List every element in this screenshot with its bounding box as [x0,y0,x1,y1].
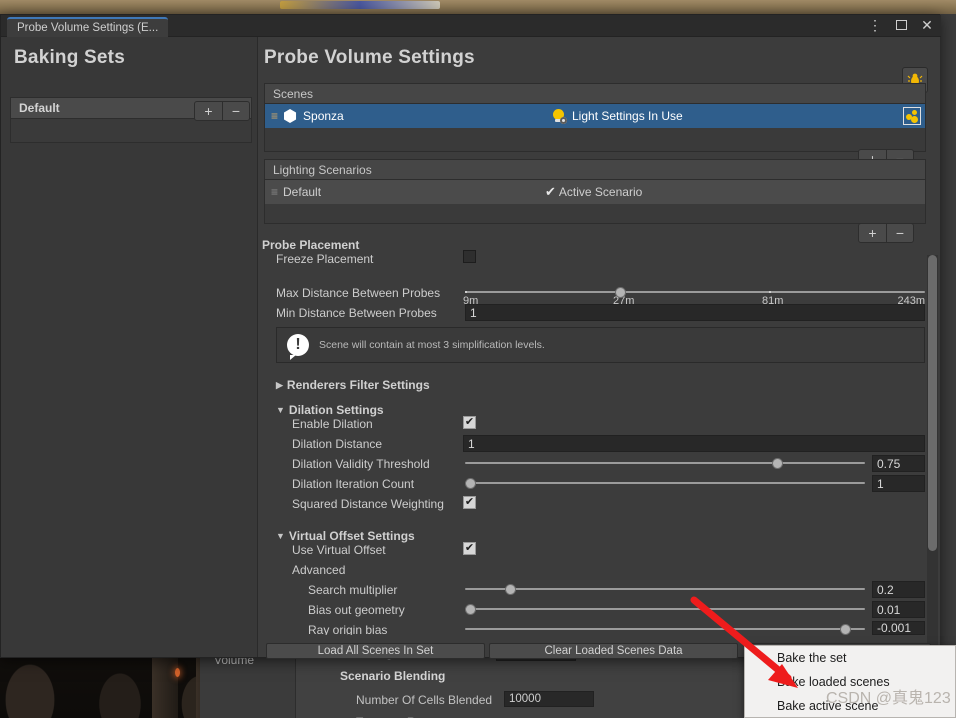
scene-pillar [152,648,178,718]
active-check-icon: ✔ [545,184,556,199]
clear-loaded-scenes-button[interactable]: Clear Loaded Scenes Data [489,643,738,659]
add-scenario-button[interactable]: + [859,224,886,242]
bias-out-geometry-slider[interactable] [465,602,865,616]
simplification-help-box: ! Scene will contain at most 3 simplific… [276,327,925,363]
load-all-scenes-button[interactable]: Load All Scenes In Set [266,643,485,659]
chevron-down-icon: ▼ [276,531,285,541]
search-multiplier-value[interactable]: 0.2 [872,581,925,598]
cells-blended-label: Number Of Cells Blended [356,693,493,707]
scenario-blending-header: Scenario Blending [340,669,446,683]
advanced-label: Advanced [292,563,346,577]
max-distance-label: Max Distance Between Probes [276,286,441,300]
menu-item-bake-the-set[interactable]: Bake the set [745,646,955,670]
bias-out-geometry-value[interactable]: 0.01 [872,601,925,618]
unity-cube-icon [283,109,297,123]
search-multiplier-label: Search multiplier [308,583,398,597]
probe-volume-settings-panel: Probe Volume Settings Scenes ≡ Sponza Li… [258,37,940,659]
ray-origin-bias-label: Ray origin bias [308,623,388,635]
light-settings-icon [552,108,567,124]
dilation-settings-label: Dilation Settings [288,403,384,417]
chevron-right-icon: ▶ [276,379,283,390]
settings-scrollbar[interactable]: ▼ [927,255,938,659]
dilation-validity-threshold-label: Dilation Validity Threshold [292,457,430,471]
warning-icon: ! [287,334,309,360]
scenario-row-default[interactable]: ≡ Default ✔ Active Scenario [265,180,925,204]
min-distance-input[interactable]: 1 [465,304,925,321]
add-baking-set-button[interactable]: + [195,102,222,120]
scene-spark [175,668,180,677]
window-titlebar: Probe Volume Settings (E... ⋮ ✕ [1,15,941,37]
lighting-scenarios-list: ≡ Default ✔ Active Scenario [264,180,926,224]
chevron-down-icon: ▼ [276,405,285,415]
scenes-header: Scenes [264,83,926,104]
remove-baking-set-button[interactable]: − [222,102,249,120]
help-text: Scene will contain at most 3 simplificat… [319,339,545,351]
renderers-filter-settings-label: Renderers Filter Settings [286,378,430,392]
dilation-validity-threshold-value[interactable]: 0.75 [872,455,925,472]
lighting-scenarios-header: Lighting Scenarios [264,159,926,180]
remove-scenario-button[interactable]: − [886,224,913,242]
probe-placement-title: Probe Placement [262,238,360,252]
dilation-iteration-count-slider[interactable] [465,476,865,490]
freeze-placement-label: Freeze Placement [276,252,374,266]
scenes-list: ≡ Sponza Light Settings In Use [264,104,926,152]
baking-sets-list-body [10,119,252,143]
scene-name: Sponza [303,109,344,123]
window-controls: ⋮ ✕ [867,17,935,33]
max-distance-slider[interactable] [465,285,925,299]
maximize-icon[interactable] [893,17,909,33]
dilation-distance-input[interactable]: 1 [463,435,925,452]
probe-volume-settings-window: Probe Volume Settings (E... ⋮ ✕ Baking S… [0,14,941,659]
probe-volume-icon[interactable] [903,107,921,125]
close-icon[interactable]: ✕ [919,17,935,33]
enable-dilation-checkbox[interactable]: ✔ [463,416,476,429]
baking-sets-title: Baking Sets [14,47,125,68]
dilation-validity-threshold-slider[interactable] [465,456,865,470]
freeze-placement-checkbox[interactable] [463,250,476,263]
kebab-menu-icon[interactable]: ⋮ [867,17,883,33]
menu-item-bake-active-scene[interactable]: Bake active scene [745,694,955,718]
virtual-offset-settings-label: Virtual Offset Settings [288,529,415,543]
enable-dilation-label: Enable Dilation [292,417,373,431]
virtual-offset-settings-foldout[interactable]: ▼ Virtual Offset Settings [276,529,415,543]
use-virtual-offset-label: Use Virtual Offset [292,543,386,557]
drag-handle-icon[interactable]: ≡ [271,109,278,123]
scene-status: Light Settings In Use [572,109,683,123]
bias-out-geometry-label: Bias out geometry [308,603,405,617]
baking-sets-panel: Baking Sets Default + − [2,37,258,657]
squared-distance-weighting-label: Squared Distance Weighting [292,497,444,511]
ray-origin-bias-value[interactable]: -0.001 [872,621,925,635]
screen-root: ion Volu Volu onal Volu ion Volume Culli… [0,0,956,718]
scrollbar-thumb[interactable] [928,255,937,551]
use-virtual-offset-checkbox[interactable]: ✔ [463,542,476,555]
menu-item-bake-loaded-scenes[interactable]: Bake loaded scenes [745,670,955,694]
dilation-distance-label: Dilation Distance [292,437,383,451]
cells-blended-value[interactable]: 10000 [504,691,594,707]
min-distance-label: Min Distance Between Probes [276,306,437,320]
drag-handle-icon[interactable]: ≡ [271,185,278,199]
scene-row-sponza[interactable]: ≡ Sponza Light Settings In Use [265,104,925,128]
window-tab[interactable]: Probe Volume Settings (E... [7,17,169,37]
dilation-settings-foldout[interactable]: ▼ Dilation Settings [276,403,384,417]
baking-sets-addremove: + − [194,101,250,121]
dilation-iteration-count-value[interactable]: 1 [872,475,925,492]
dilation-iteration-count-label: Dilation Iteration Count [292,477,415,491]
page-title: Probe Volume Settings [264,47,475,68]
squared-distance-weighting-checkbox[interactable]: ✔ [463,496,476,509]
scenario-name: Default [283,185,322,199]
scenario-status: Active Scenario [558,185,643,199]
renderers-filter-settings-foldout[interactable]: ▶ Renderers Filter Settings [276,378,430,392]
ray-origin-bias-slider[interactable] [465,622,865,636]
scenarios-addremove: + − [858,223,914,243]
baking-set-label: Default [19,101,60,115]
search-multiplier-slider[interactable] [465,582,865,596]
generate-lighting-dropdown: Bake the set Bake loaded scenes Bake act… [744,645,956,718]
